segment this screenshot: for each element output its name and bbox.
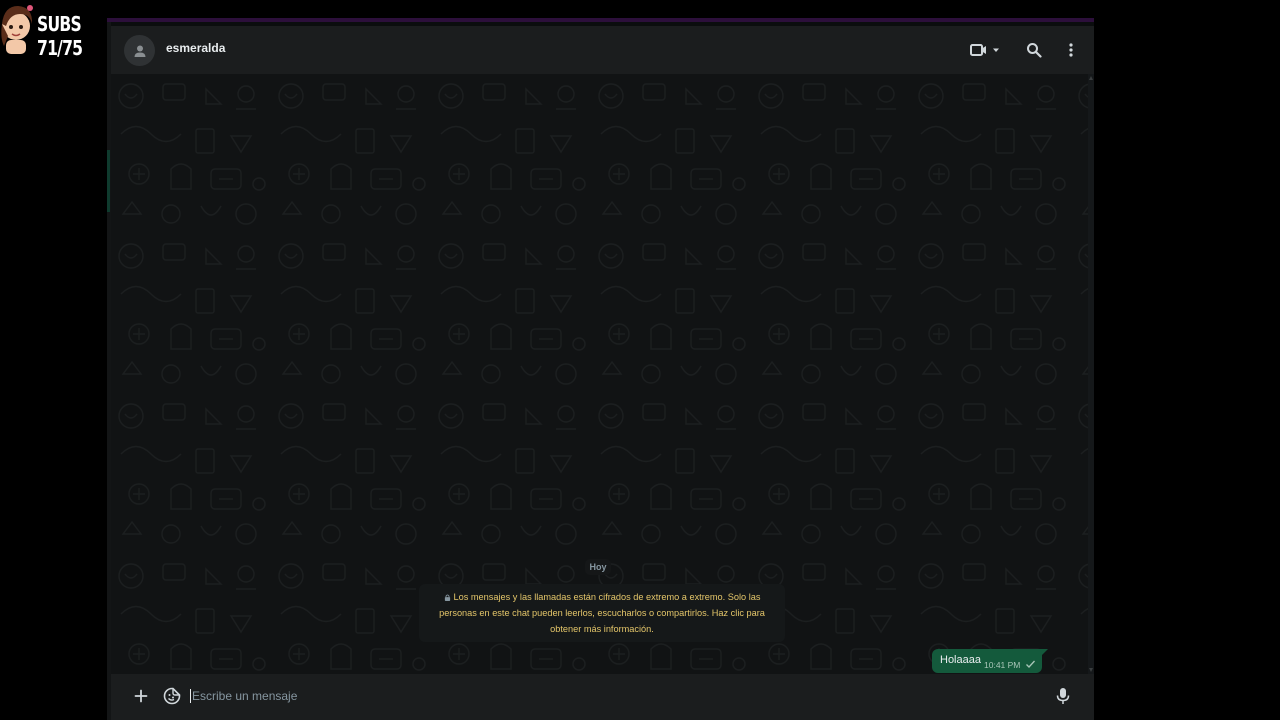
sent-check-icon [1026, 660, 1035, 668]
lock-icon [444, 594, 450, 601]
search-icon [1027, 43, 1042, 58]
voice-message-button[interactable] [1051, 684, 1075, 708]
contact-name[interactable]: esmeralda [166, 41, 225, 55]
video-call-icon [970, 44, 999, 56]
encryption-notice-line2: personas en este chat pueden leerlos, es… [439, 608, 765, 618]
whatsapp-window: esmeralda Hoy Los mensajes y las llamada… [107, 18, 1094, 720]
message-text: Holaaaa [940, 654, 981, 666]
message-time: 10:41 PM [984, 660, 1021, 670]
sticker-icon [163, 687, 181, 705]
plus-icon [134, 689, 148, 703]
person-icon[interactable] [124, 35, 155, 66]
encryption-notice[interactable]: Los mensajes y las llamadas están cifrad… [419, 584, 785, 642]
left-rail-marker [107, 150, 110, 212]
attach-button[interactable] [129, 684, 153, 708]
video-call-button[interactable] [968, 38, 1002, 62]
menu-button[interactable] [1059, 38, 1083, 62]
microphone-icon [1056, 688, 1070, 704]
search-button[interactable] [1022, 38, 1046, 62]
encryption-notice-line3: obtener más información. [550, 624, 654, 634]
message-composer [111, 674, 1094, 720]
subs-counter: SUBS 71/75 [37, 12, 83, 60]
chat-header: esmeralda [111, 26, 1094, 74]
kebab-menu-icon [1069, 43, 1073, 57]
chat-scrollbar[interactable] [1088, 74, 1094, 674]
streamer-avatar-icon [1, 5, 33, 54]
message-input[interactable] [190, 685, 1030, 707]
sticker-button[interactable] [160, 684, 184, 708]
window-top-strip [107, 18, 1094, 22]
scroll-up-icon[interactable] [1089, 76, 1093, 80]
scroll-down-icon[interactable] [1089, 668, 1093, 672]
chat-area[interactable]: Hoy Los mensajes y las llamadas están ci… [111, 74, 1094, 674]
encryption-notice-line1: Los mensajes y las llamadas están cifrad… [453, 592, 761, 602]
date-separator: Hoy [585, 559, 611, 575]
outgoing-message[interactable]: Holaaaa 10:41 PM [932, 649, 1048, 673]
